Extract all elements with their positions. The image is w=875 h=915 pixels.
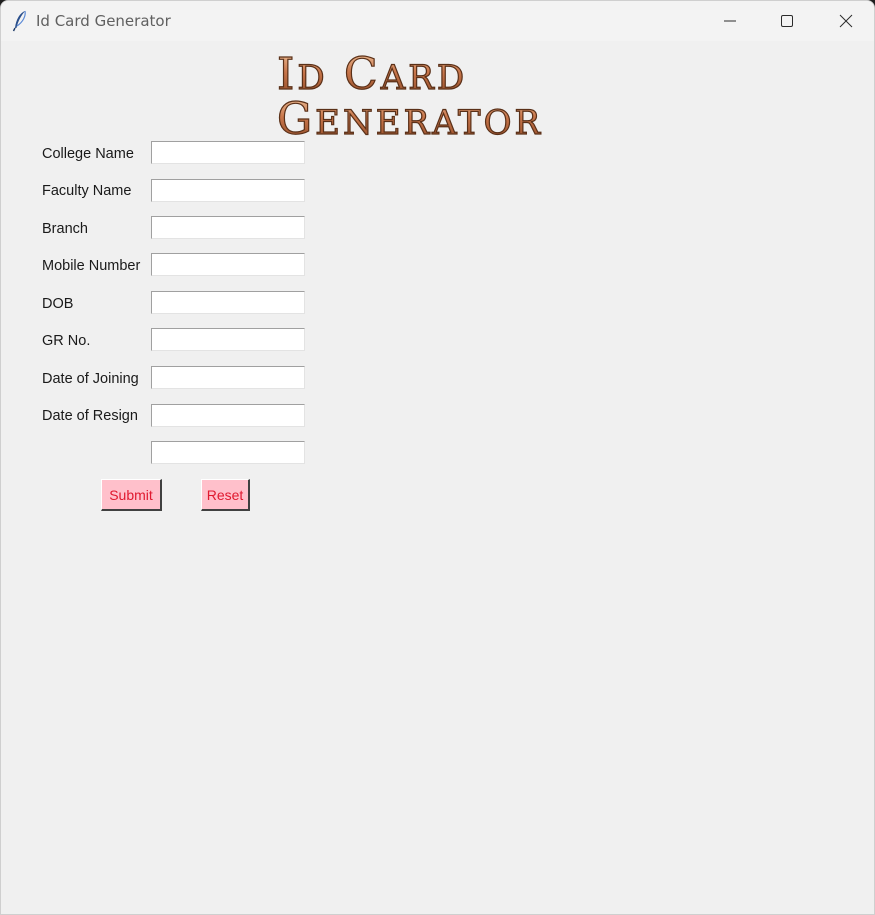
label-mobile-number: Mobile Number — [42, 258, 141, 274]
date-of-resign-input[interactable] — [151, 404, 305, 427]
window-title: Id Card Generator — [36, 12, 171, 30]
reset-button[interactable]: Reset — [201, 479, 250, 511]
banner-graphic: ID CARD GENERATOR — [276, 48, 543, 145]
banner-title-line2: GENERATOR — [277, 94, 543, 141]
label-college-name: College Name — [42, 146, 134, 162]
feather-icon — [12, 10, 28, 32]
close-icon — [839, 14, 853, 28]
branch-input[interactable] — [151, 216, 305, 239]
minimize-button[interactable] — [707, 7, 753, 35]
close-button[interactable] — [823, 7, 869, 35]
maximize-button[interactable] — [764, 7, 810, 35]
dob-input[interactable] — [151, 291, 305, 314]
banner-title-line1: ID CARD — [277, 49, 467, 100]
minimize-icon — [724, 20, 736, 22]
mobile-number-input[interactable] — [151, 253, 305, 276]
maximize-icon — [781, 15, 793, 27]
title-bar[interactable]: Id Card Generator — [1, 1, 874, 41]
gr-no-input[interactable] — [151, 328, 305, 351]
label-date-of-joining: Date of Joining — [42, 371, 139, 387]
label-faculty-name: Faculty Name — [42, 183, 132, 199]
app-window: Id Card Generator ID CARD GENERATOR Coll… — [0, 0, 875, 915]
faculty-name-input[interactable] — [151, 179, 305, 202]
label-branch: Branch — [42, 221, 88, 237]
unlabeled-input[interactable] — [151, 441, 305, 464]
submit-button[interactable]: Submit — [101, 479, 162, 511]
label-date-of-resign: Date of Resign — [42, 408, 138, 424]
label-dob: DOB — [42, 296, 74, 312]
banner-image: ID CARD GENERATOR — [271, 48, 631, 145]
label-gr-no: GR No. — [42, 333, 91, 349]
date-of-joining-input[interactable] — [151, 366, 305, 389]
college-name-input[interactable] — [151, 141, 305, 164]
